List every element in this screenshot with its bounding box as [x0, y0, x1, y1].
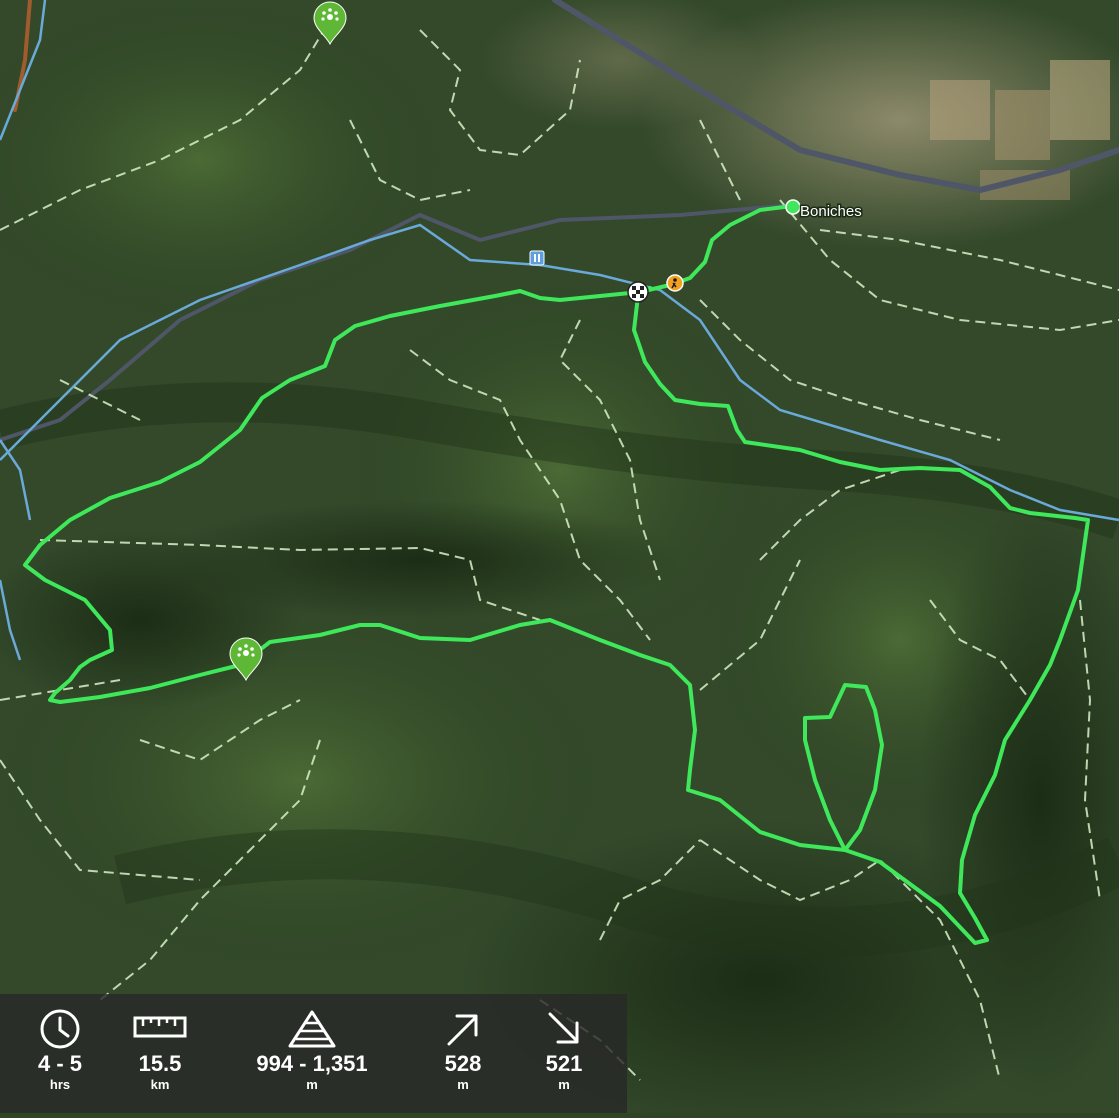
town-label[interactable]: Boniches [799, 202, 864, 222]
distance-unit: km [150, 1077, 170, 1092]
route-stats-panel: 4 - 5 hrs 15.5 km 994 - 1,351 m 528 m 52… [0, 994, 627, 1113]
descent-stat: 521 m [504, 994, 624, 1113]
arrow-down-right-icon [548, 1012, 579, 1044]
elevation-unit: m [306, 1077, 318, 1092]
descent-value: 521 [545, 1051, 583, 1076]
map-canvas[interactable]: Boniches [0, 0, 1119, 1118]
checkered-flag-icon[interactable] [627, 281, 649, 303]
ruler-icon [133, 1016, 187, 1038]
distance-stat: 15.5 km [100, 994, 220, 1113]
hiker-icon[interactable] [666, 274, 684, 292]
map-view[interactable]: Boniches [0, 0, 1119, 1118]
mountain-icon [288, 1010, 336, 1048]
arrow-up-right-icon [447, 1014, 478, 1046]
town-dot-icon[interactable] [785, 199, 801, 215]
parking-icon[interactable] [529, 250, 545, 266]
elevation-stat: 994 - 1,351 m [232, 994, 392, 1113]
distance-value: 15.5 [138, 1051, 182, 1076]
clock-icon [40, 1009, 80, 1049]
elevation-value: 994 - 1,351 [256, 1051, 368, 1076]
descent-unit: m [558, 1077, 570, 1092]
